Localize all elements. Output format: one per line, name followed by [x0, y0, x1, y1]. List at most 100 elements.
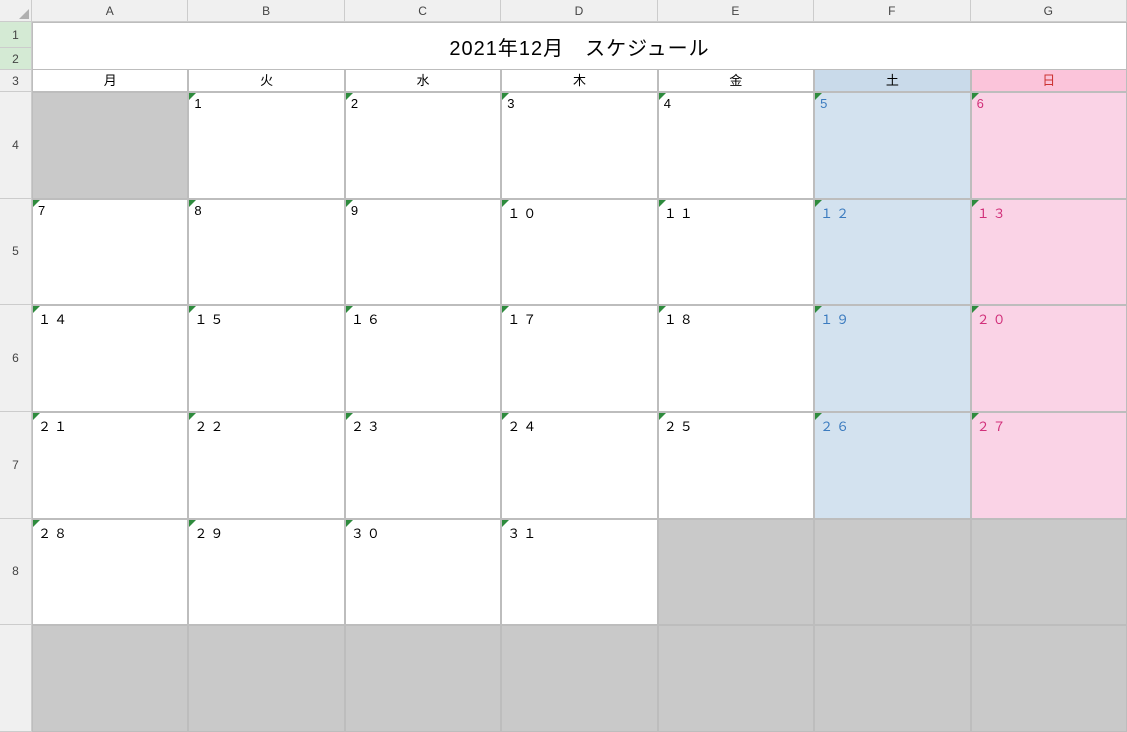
calendar-cell[interactable]: 1 — [188, 92, 344, 199]
calendar-cell[interactable] — [345, 625, 501, 732]
error-indicator-icon — [659, 200, 666, 207]
calendar-cell[interactable]: １５ — [188, 305, 344, 412]
calendar-cell[interactable] — [814, 625, 970, 732]
error-indicator-icon — [346, 413, 353, 420]
calendar-cell[interactable] — [32, 92, 188, 199]
calendar-cell[interactable]: ３０ — [345, 519, 501, 626]
row-header-9[interactable] — [0, 625, 32, 732]
calendar-cell[interactable]: １６ — [345, 305, 501, 412]
error-indicator-icon — [346, 306, 353, 313]
date-number: ２５ — [664, 419, 696, 434]
row-header-1[interactable]: 1 — [0, 22, 32, 48]
calendar-cell[interactable]: １７ — [501, 305, 657, 412]
day-header-fri[interactable]: 金 — [658, 70, 814, 92]
calendar-cell[interactable] — [188, 625, 344, 732]
day-header-tue[interactable]: 火 — [188, 70, 344, 92]
error-indicator-icon — [502, 93, 509, 100]
error-indicator-icon — [189, 413, 196, 420]
calendar-cell[interactable]: ２３ — [345, 412, 501, 519]
calendar-cell[interactable]: １４ — [32, 305, 188, 412]
error-indicator-icon — [189, 200, 196, 207]
calendar-cell[interactable] — [658, 625, 814, 732]
calendar-cell[interactable]: 7 — [32, 199, 188, 306]
calendar-cell[interactable]: １９ — [814, 305, 970, 412]
calendar-cell[interactable]: ２２ — [188, 412, 344, 519]
calendar-cell[interactable] — [32, 625, 188, 732]
select-all-corner[interactable] — [0, 0, 32, 22]
day-header-sun[interactable]: 日 — [971, 70, 1127, 92]
calendar-cell[interactable] — [814, 519, 970, 626]
error-indicator-icon — [502, 306, 509, 313]
day-header-wed[interactable]: 水 — [345, 70, 501, 92]
calendar-cell[interactable] — [501, 625, 657, 732]
error-indicator-icon — [346, 520, 353, 527]
row-header-6[interactable]: 6 — [0, 305, 32, 412]
calendar-cell[interactable]: ２７ — [971, 412, 1127, 519]
date-number: １８ — [664, 312, 696, 327]
col-header-C[interactable]: C — [345, 0, 501, 22]
day-header-mon[interactable]: 月 — [32, 70, 188, 92]
col-header-D[interactable]: D — [501, 0, 657, 22]
error-indicator-icon — [33, 413, 40, 420]
calendar-cell[interactable]: 2 — [345, 92, 501, 199]
calendar-cell[interactable] — [658, 519, 814, 626]
col-header-A[interactable]: A — [32, 0, 188, 22]
date-number: ２９ — [194, 526, 226, 541]
spreadsheet-grid[interactable]: A B C D E F G 1 2021年12月 スケジュール 2 3 月 火 … — [0, 0, 1127, 732]
day-header-thu[interactable]: 木 — [501, 70, 657, 92]
date-number: ２１ — [38, 419, 70, 434]
error-indicator-icon — [972, 93, 979, 100]
row-header-2[interactable]: 2 — [0, 48, 32, 70]
calendar-cell[interactable] — [971, 625, 1127, 732]
calendar-cell[interactable]: 8 — [188, 199, 344, 306]
calendar-cell[interactable]: ２０ — [971, 305, 1127, 412]
date-number: ３０ — [351, 526, 383, 541]
day-header-sat[interactable]: 土 — [814, 70, 970, 92]
col-header-B[interactable]: B — [188, 0, 344, 22]
error-indicator-icon — [33, 200, 40, 207]
calendar-cell[interactable]: １３ — [971, 199, 1127, 306]
row-header-3[interactable]: 3 — [0, 70, 32, 92]
error-indicator-icon — [346, 93, 353, 100]
calendar-cell[interactable]: ２５ — [658, 412, 814, 519]
error-indicator-icon — [972, 413, 979, 420]
col-header-E[interactable]: E — [658, 0, 814, 22]
error-indicator-icon — [189, 306, 196, 313]
row-header-7[interactable]: 7 — [0, 412, 32, 519]
row-header-4[interactable]: 4 — [0, 92, 32, 199]
calendar-cell[interactable]: ２１ — [32, 412, 188, 519]
calendar-cell[interactable]: ３１ — [501, 519, 657, 626]
calendar-cell[interactable]: 9 — [345, 199, 501, 306]
calendar-cell[interactable]: 3 — [501, 92, 657, 199]
calendar-cell[interactable]: １８ — [658, 305, 814, 412]
calendar-cell[interactable]: 4 — [658, 92, 814, 199]
calendar-cell[interactable]: １０ — [501, 199, 657, 306]
error-indicator-icon — [815, 413, 822, 420]
date-number: １４ — [38, 312, 70, 327]
calendar-cell[interactable]: １１ — [658, 199, 814, 306]
col-header-G[interactable]: G — [971, 0, 1127, 22]
col-header-F[interactable]: F — [814, 0, 970, 22]
calendar-cell[interactable]: 5 — [814, 92, 970, 199]
row-header-5[interactable]: 5 — [0, 199, 32, 306]
date-number: １０ — [507, 206, 539, 221]
date-number: ２７ — [977, 419, 1009, 434]
error-indicator-icon — [189, 520, 196, 527]
error-indicator-icon — [659, 306, 666, 313]
error-indicator-icon — [33, 520, 40, 527]
calendar-cell[interactable]: ２８ — [32, 519, 188, 626]
date-number: ３１ — [507, 526, 539, 541]
calendar-cell[interactable]: ２６ — [814, 412, 970, 519]
calendar-cell[interactable]: ２４ — [501, 412, 657, 519]
calendar-cell[interactable]: 6 — [971, 92, 1127, 199]
calendar-title[interactable]: 2021年12月 スケジュール — [32, 22, 1127, 70]
row-header-8[interactable]: 8 — [0, 519, 32, 626]
date-number: ２２ — [194, 419, 226, 434]
date-number: １６ — [351, 312, 383, 327]
error-indicator-icon — [189, 93, 196, 100]
calendar-cell[interactable]: １２ — [814, 199, 970, 306]
calendar-cell[interactable]: ２９ — [188, 519, 344, 626]
calendar-cell[interactable] — [971, 519, 1127, 626]
error-indicator-icon — [33, 306, 40, 313]
date-number: ２６ — [820, 419, 852, 434]
